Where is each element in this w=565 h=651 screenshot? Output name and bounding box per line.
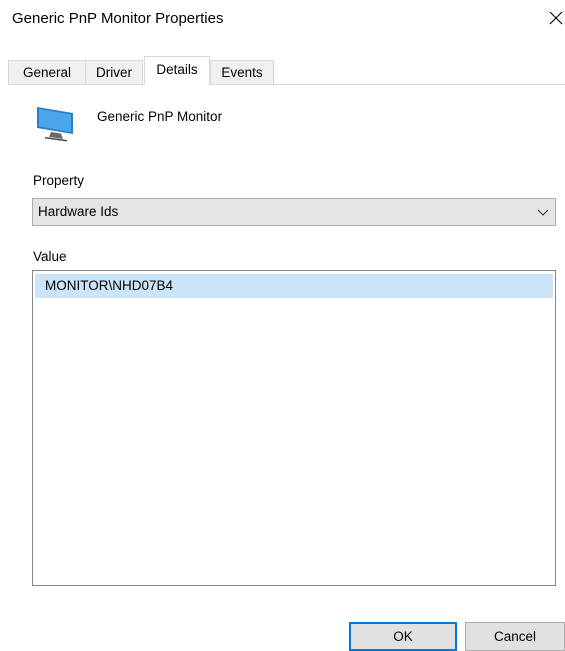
property-selected-value: Hardware Ids <box>38 204 119 219</box>
tab-details[interactable]: Details <box>144 56 210 85</box>
window-title: Generic PnP Monitor Properties <box>12 10 224 27</box>
property-dropdown[interactable]: Hardware Ids <box>32 198 556 226</box>
device-name: Generic PnP Monitor <box>97 109 223 124</box>
ok-button[interactable]: OK <box>349 622 457 651</box>
property-label: Property <box>33 173 85 188</box>
tab-events[interactable]: Events <box>210 60 274 84</box>
value-list[interactable]: MONITOR\NHD07B4 <box>32 270 556 586</box>
title-bar[interactable]: Generic PnP Monitor Properties <box>0 0 565 40</box>
list-item[interactable]: MONITOR\NHD07B4 <box>35 274 553 298</box>
tab-general[interactable]: General <box>8 60 86 84</box>
value-label: Value <box>33 249 67 264</box>
cancel-button[interactable]: Cancel <box>465 622 565 651</box>
chevron-down-icon <box>537 209 549 216</box>
close-icon <box>549 11 563 25</box>
properties-dialog: Generic PnP Monitor Properties General D… <box>0 0 565 651</box>
close-button[interactable] <box>539 0 565 36</box>
tab-driver[interactable]: Driver <box>85 60 143 84</box>
monitor-icon <box>37 107 73 142</box>
